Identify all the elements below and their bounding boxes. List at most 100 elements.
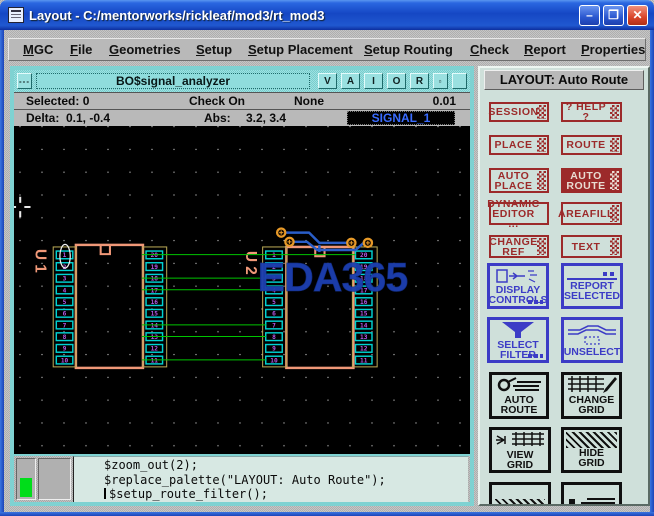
svg-text:16: 16 [151,299,159,306]
palette-button-auto-route-icon[interactable]: AUTO ROUTE [489,372,549,419]
svg-text:10: 10 [61,357,69,364]
palette-button-areafill[interactable]: AREAFILL [561,202,622,225]
close-button[interactable]: ✕ [627,5,648,26]
menu-item-check[interactable]: Check [470,42,509,57]
all-button[interactable]: A [341,73,360,89]
svg-text:10: 10 [270,357,278,364]
menu-item-setup-placement[interactable]: Setup Placement [248,42,353,57]
watermark-text: EDA365 [257,254,407,300]
out-button[interactable]: O [387,73,406,89]
palette-button-select-filter[interactable]: SELECT FILTER [487,317,549,363]
svg-text:14: 14 [151,322,159,329]
menu-item-setup-routing[interactable]: Setup Routing [364,42,453,57]
svg-text:1: 1 [63,252,67,259]
palette-button-auto-place[interactable]: AUTO PLACE [489,168,549,193]
palette-button-change-grid[interactable]: CHANGE GRID [561,372,622,419]
palette-button-change-ref[interactable]: CHANGE REF [489,235,549,258]
filmstrip-icon [610,171,619,190]
palette-button-auto-route-active[interactable]: AUTO ROUTE [561,168,622,193]
component-u1[interactable]: 12345678910 20191817161514131211 U1 [32,244,167,368]
svg-text:7: 7 [63,322,67,329]
menu-item-geometries[interactable]: Geometries [109,42,181,57]
palette-button-help[interactable]: ? HELP ? [561,102,622,122]
palette-button-display-controls[interactable]: DISPLAY CONTROLS [487,263,549,309]
palette-button-report-selected[interactable]: REPORT SELECTED [561,263,623,309]
menu-item-setup[interactable]: Setup [196,42,232,57]
window-border-right [650,30,654,512]
palette-button-view-grid[interactable]: VIEW GRID [489,427,551,473]
filmstrip-icon [537,171,546,190]
palette-button-hide-grid[interactable]: HIDE GRID [561,427,622,473]
display-controls-icon [495,268,541,284]
palette-button-dynamic-editor[interactable]: DYNAMIC EDITOR ... [489,202,549,225]
grid-pencil-icon [567,376,617,394]
palette-button-session[interactable]: SESSION [489,102,549,122]
subwindow-title: BO$signal_analyzer [36,73,310,89]
svg-text:14: 14 [360,322,368,329]
layout-canvas[interactable]: 12345678910 20191817161514131211 U1 1234… [14,126,470,454]
svg-text:3: 3 [63,276,67,283]
auto-route-palette: LAYOUT: Auto Route SESSION ? HELP ? PLAC… [478,66,650,506]
app-window: Layout - C:/mentorworks/rickleaf/mod3/rt… [0,0,654,516]
svg-text:19: 19 [151,264,159,271]
svg-text:6: 6 [63,311,67,318]
filmstrip-icon [610,205,619,222]
abs-value: 3.2, 3.4 [246,111,286,125]
menu-bar: MGC File Geometries Setup Setup Placemen… [8,38,646,61]
svg-text:7: 7 [272,322,276,329]
svg-text:9: 9 [272,346,276,353]
window-border-bottom [0,512,654,516]
menu-item-properties[interactable]: Properties [581,42,645,57]
unselect-traces-icon [567,324,617,346]
view-button[interactable]: V [318,73,337,89]
menu-item-report[interactable]: Report [524,42,566,57]
svg-text:8: 8 [272,334,276,341]
svg-text:12: 12 [151,346,159,353]
menu-item-file[interactable]: File [70,42,92,57]
svg-text:8: 8 [63,334,67,341]
svg-text:15: 15 [151,311,159,318]
palette-button-text[interactable]: TEXT [561,235,622,258]
script-console[interactable]: $zoom_out(2); $replace_palette("LAYOUT: … [73,456,468,502]
u1-refdes: U1 [32,249,49,277]
palette-title: LAYOUT: Auto Route [484,70,644,90]
minimize-button[interactable]: – [579,5,600,26]
text-caret [104,488,106,499]
funnel-icon [498,321,538,339]
subwindow-menu-button[interactable]: --- [17,73,32,89]
palette-button-unselect[interactable]: UNSELECT [561,317,623,363]
redraw-button[interactable]: R [410,73,429,89]
palette-button-partial-right[interactable] [561,482,622,506]
palette-button-partial-left[interactable] [489,482,551,506]
svg-text:12: 12 [360,346,368,353]
window-title: Layout - C:/mentorworks/rickleaf/mod3/rt… [29,8,576,23]
report-window-icon [567,271,617,280]
subwindow-titlebar[interactable]: --- BO$signal_analyzer V A I O R ▫ [14,70,470,92]
palette-button-route[interactable]: ROUTE [561,135,622,155]
delta-value: 0.1, -0.4 [66,111,110,125]
svg-text:13: 13 [151,334,159,341]
menu-item-mgc[interactable]: MGC [23,42,53,57]
in-button[interactable]: I [364,73,383,89]
eye-grid-icon [494,431,546,449]
svg-text:11: 11 [360,357,368,364]
maximize-button[interactable]: ❒ [603,5,624,26]
svg-text:6: 6 [272,311,276,318]
svg-text:20: 20 [151,252,159,259]
palette-button-place[interactable]: PLACE [489,135,549,155]
svg-text:18: 18 [151,276,159,283]
subwindow-maximize-button[interactable] [452,73,467,89]
via-pads [277,229,372,247]
partial-icon [567,497,617,507]
subwindow-restore-button[interactable]: ▫ [433,73,448,89]
svg-text:4: 4 [63,287,67,294]
corner-dots-icon [528,300,543,304]
filmstrip-icon [610,105,619,119]
wrench-traces-icon [495,376,543,394]
hatch-icon [566,432,617,448]
svg-text:15: 15 [360,311,368,318]
layout-subwindow: --- BO$signal_analyzer V A I O R ▫ Selec… [10,66,474,506]
console-line: $setup_route_filter(); [104,487,468,502]
window-titlebar[interactable]: Layout - C:/mentorworks/rickleaf/mod3/rt… [0,0,654,30]
console-gutter [38,458,71,500]
